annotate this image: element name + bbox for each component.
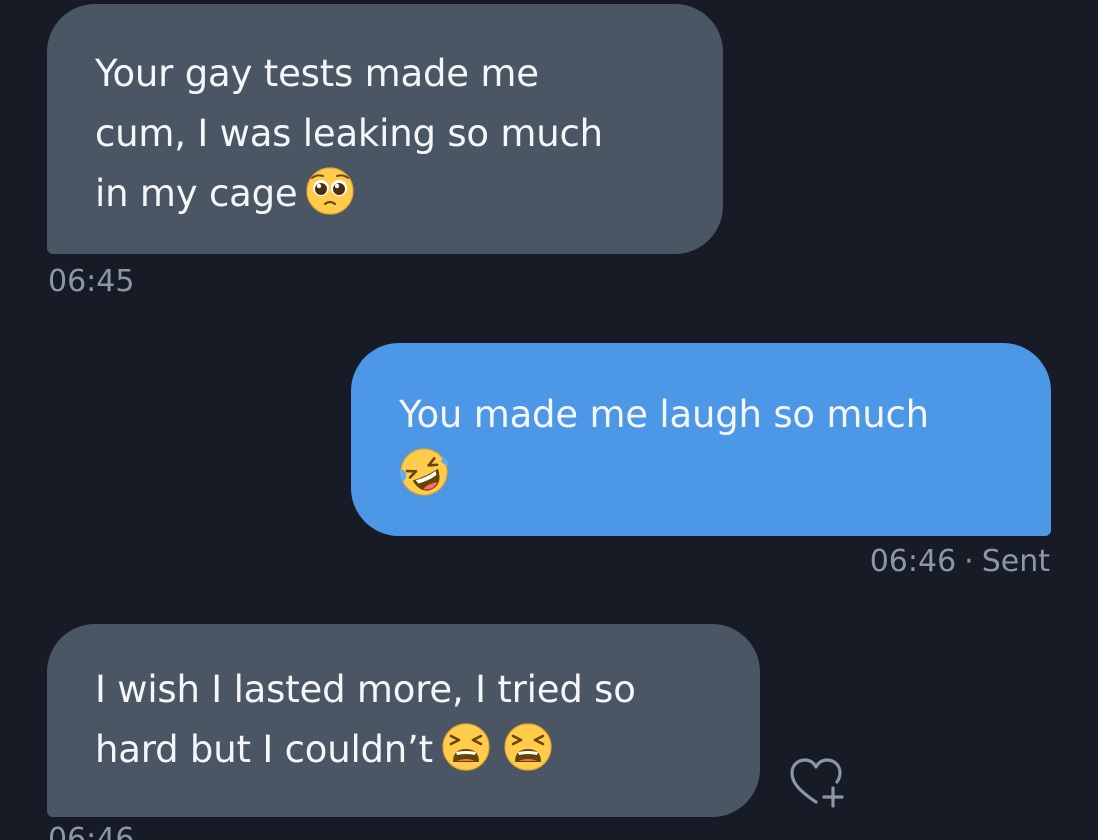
message-text-line: You made me laugh so much — [399, 393, 929, 436]
pleading-face-emoji — [306, 167, 355, 215]
message-timestamp: 06:46 — [48, 822, 135, 840]
message-text: in my cage — [95, 172, 298, 215]
message-timestamp: 06:46 — [869, 544, 957, 579]
message-text-line: cum, I was leaking so much — [95, 112, 603, 155]
dm-conversation: Your gay tests made me cum, I was leakin… — [0, 0, 1098, 840]
message-status: 06:46 · Sent — [870, 544, 1050, 579]
sent-status-label: Sent — [981, 544, 1050, 579]
tired-face-emoji — [442, 723, 490, 771]
message-text-line: in my cage — [95, 164, 675, 224]
add-reaction-button[interactable] — [786, 752, 848, 812]
separator-dot: · — [964, 544, 974, 579]
rolling-on-floor-laughing-emoji — [400, 448, 449, 496]
message-text-line: Your gay tests made me — [95, 52, 539, 95]
received-message-bubble[interactable]: I wish I lasted more, I tried so hard bu… — [47, 624, 760, 817]
message-text-line: hard but I couldn’t — [95, 720, 712, 780]
message-text: hard but I couldn’t — [95, 728, 433, 771]
heart-plus-icon — [790, 758, 844, 808]
message-text-line: I wish I lasted more, I tried so — [95, 668, 636, 711]
tired-face-emoji — [504, 723, 552, 771]
message-timestamp: 06:45 — [48, 264, 135, 299]
received-message-bubble[interactable]: Your gay tests made me cum, I was leakin… — [47, 4, 723, 254]
message-text-line — [399, 445, 1003, 505]
sent-message-bubble[interactable]: You made me laugh so much — [351, 343, 1051, 536]
